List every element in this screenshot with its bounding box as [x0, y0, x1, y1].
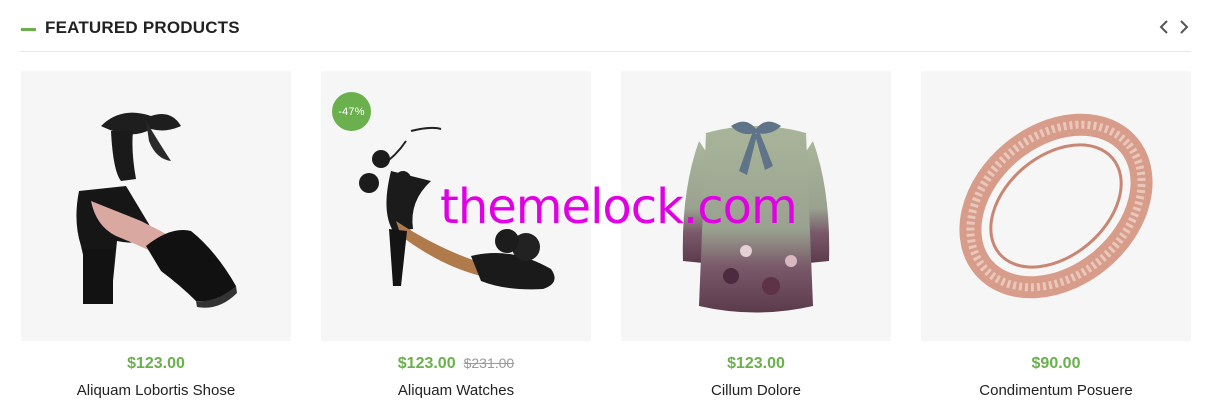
diamond-ring-image	[959, 113, 1153, 299]
section-title: FEATURED PRODUCTS	[45, 18, 240, 37]
title-accent-dash	[21, 28, 36, 31]
product-price: $123.00	[127, 355, 185, 372]
price-row: $123.00 $231.00	[321, 355, 591, 373]
price-row: $123.00	[621, 355, 891, 373]
product-carousel: $123.00 Aliquam Lobortis Shose -47% $123…	[21, 71, 1191, 412]
product-image[interactable]	[921, 71, 1191, 341]
product-image[interactable]	[21, 71, 291, 341]
prev-button[interactable]	[1157, 17, 1171, 37]
product-card[interactable]: -47% $123.00 $231.00 Aliquam Watches	[321, 71, 591, 412]
price-row: $90.00	[921, 355, 1191, 373]
chevron-left-icon	[1159, 20, 1168, 34]
product-card[interactable]: $123.00 Cillum Dolore	[621, 71, 891, 412]
floral-blouse-image	[682, 121, 830, 313]
product-old-price: $231.00	[463, 355, 515, 371]
chevron-right-icon	[1180, 20, 1189, 34]
product-card[interactable]: $123.00 Aliquam Lobortis Shose	[21, 71, 291, 412]
black-sandal-image	[76, 112, 237, 308]
product-price: $123.00	[727, 355, 785, 372]
carousel-nav	[1157, 17, 1191, 37]
product-image[interactable]: -47%	[321, 71, 591, 341]
section-header: FEATURED PRODUCTS	[20, 0, 1191, 52]
product-card[interactable]: $90.00 Condimentum Posuere	[921, 71, 1191, 412]
product-price: $123.00	[397, 355, 456, 372]
next-button[interactable]	[1177, 17, 1191, 37]
product-name[interactable]: Aliquam Watches	[321, 382, 591, 399]
price-row: $123.00	[21, 355, 291, 373]
product-image[interactable]	[621, 71, 891, 341]
product-name[interactable]: Aliquam Lobortis Shose	[21, 382, 291, 399]
sale-badge: -47%	[332, 92, 371, 131]
product-name[interactable]: Condimentum Posuere	[921, 382, 1191, 399]
product-name[interactable]: Cillum Dolore	[621, 382, 891, 399]
product-price: $90.00	[1031, 355, 1081, 372]
